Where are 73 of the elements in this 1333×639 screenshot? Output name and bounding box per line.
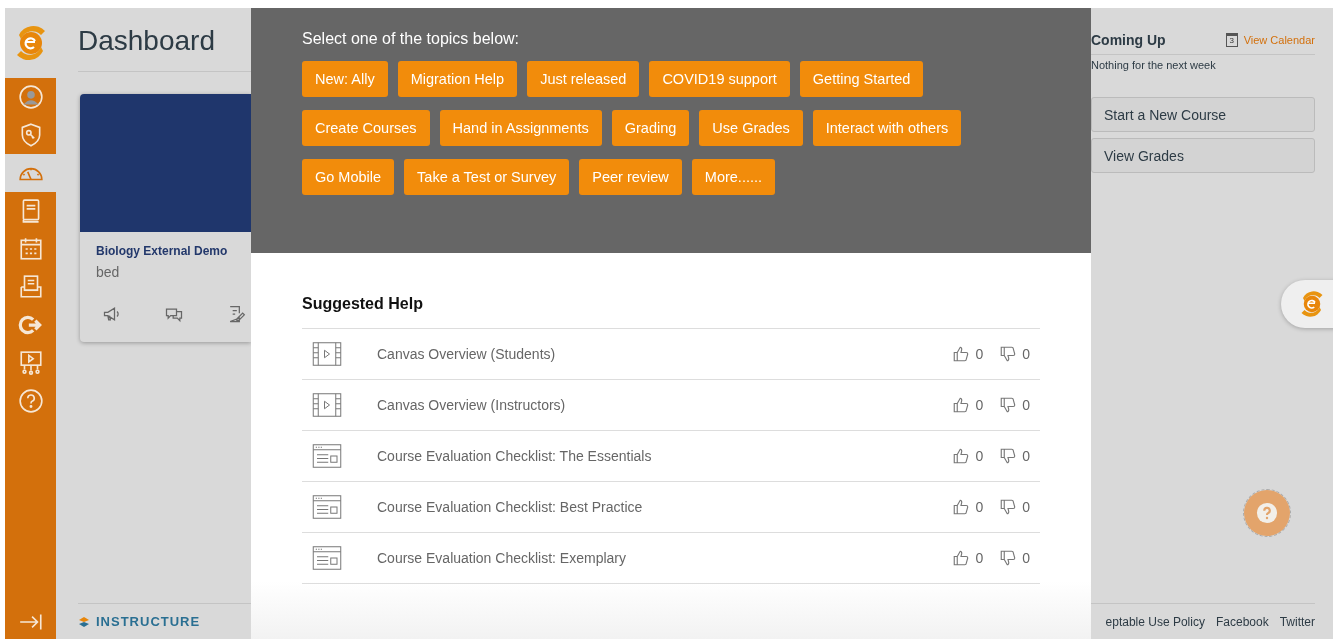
topic-button[interactable]: Take a Test or Survey — [404, 159, 570, 195]
topic-button[interactable]: Getting Started — [799, 61, 924, 97]
help-article-row[interactable]: Canvas Overview (Instructors) 0 0 — [302, 380, 1040, 431]
view-calendar-link[interactable]: 3 View Calendar — [1225, 33, 1315, 47]
section-heading: Coming Up — [1091, 32, 1166, 48]
dislike-count: 0 — [1022, 346, 1030, 362]
megaphone-icon[interactable] — [102, 304, 122, 324]
webpage-icon — [310, 492, 344, 522]
course-code: bed — [96, 264, 121, 280]
course-card[interactable]: Biology External Demo bed — [80, 94, 251, 342]
section-heading: Suggested Help — [302, 295, 424, 313]
course-title[interactable]: Biology External Demo — [96, 244, 251, 258]
thumbs-up-icon[interactable] — [952, 345, 971, 363]
like-count: 0 — [975, 397, 984, 413]
video-icon — [310, 339, 344, 369]
article-title: Course Evaluation Checklist: Best Practice — [377, 499, 644, 515]
calendar-icon — [17, 236, 44, 262]
topic-button[interactable]: Peer review — [579, 159, 682, 195]
empty-message: Nothing for the next week — [1091, 59, 1217, 71]
video-icon — [310, 390, 344, 420]
topic-button[interactable]: Just released — [527, 61, 640, 97]
avatar-icon — [17, 84, 44, 110]
footer-link[interactable]: Facebook — [1215, 614, 1269, 629]
thumbs-down-icon[interactable] — [999, 447, 1018, 465]
like-count: 0 — [975, 550, 984, 566]
webpage-icon — [310, 543, 344, 573]
footer-link[interactable]: eptable Use Policy — [1105, 614, 1205, 629]
topic-button[interactable]: COVID19 support — [649, 61, 790, 97]
nav-item[interactable] — [5, 154, 56, 192]
dislike-count: 0 — [1022, 550, 1030, 566]
calendar-day-icon: 3 — [1225, 33, 1238, 47]
help-article-row[interactable]: Course Evaluation Checklist: Best Practice 0 0 — [302, 482, 1040, 533]
article-title: Course Evaluation Checklist: The Essentials — [377, 448, 653, 464]
thumbs-up-icon[interactable] — [952, 447, 971, 465]
tutor-tab[interactable] — [1281, 280, 1333, 328]
topic-button[interactable]: Hand in Assignments — [439, 110, 602, 146]
like-count: 0 — [975, 448, 984, 464]
thumbs-up-icon[interactable] — [952, 549, 971, 567]
prompt-text: Select one of the topics below: — [302, 30, 521, 48]
help-icon — [17, 388, 44, 414]
thumbs-down-icon[interactable] — [999, 345, 1018, 363]
thumbs-down-icon[interactable] — [999, 396, 1018, 414]
help-article-row[interactable]: Canvas Overview (Students) 0 0 — [302, 329, 1040, 380]
thumbs-down-icon[interactable] — [999, 498, 1018, 516]
help-article-row[interactable]: Course Evaluation Checklist: The Essentials 0 0 — [302, 431, 1040, 482]
article-title: Canvas Overview (Instructors) — [377, 397, 567, 413]
dislike-count: 0 — [1022, 499, 1030, 515]
topic-button[interactable]: Create Courses — [302, 110, 430, 146]
question-icon — [1256, 502, 1278, 524]
dislike-count: 0 — [1022, 448, 1030, 464]
topic-button[interactable]: Migration Help — [397, 61, 518, 97]
presentation-icon — [17, 350, 44, 376]
article-title: Canvas Overview (Students) — [377, 346, 557, 362]
footer-link[interactable]: Twitter — [1279, 614, 1315, 629]
topic-button[interactable]: More...... — [691, 159, 776, 195]
webpage-icon — [310, 441, 344, 471]
thumbs-down-icon[interactable] — [999, 549, 1018, 567]
thumbs-up-icon[interactable] — [952, 498, 971, 516]
topic-button[interactable]: New: Ally — [302, 61, 388, 97]
brand-logo: INSTRUCTURE — [78, 614, 201, 629]
sidebar-button[interactable]: View Grades — [1091, 138, 1315, 173]
dislike-count: 0 — [1022, 397, 1030, 413]
inbox-icon — [17, 274, 44, 300]
topic-button[interactable]: Grading — [611, 110, 690, 146]
like-count: 0 — [975, 346, 984, 362]
thumbs-up-icon[interactable] — [952, 396, 971, 414]
like-count: 0 — [975, 499, 984, 515]
sidebar-button[interactable]: Start a New Course — [1091, 97, 1315, 132]
topic-button[interactable]: Interact with others — [812, 110, 962, 146]
help-article-row[interactable]: Course Evaluation Checklist: Exemplary 0 0 — [302, 533, 1040, 584]
topic-button[interactable]: Go Mobile — [302, 159, 395, 195]
article-title: Course Evaluation Checklist: Exemplary — [377, 550, 627, 566]
topic-button[interactable]: Use Grades — [699, 110, 803, 146]
